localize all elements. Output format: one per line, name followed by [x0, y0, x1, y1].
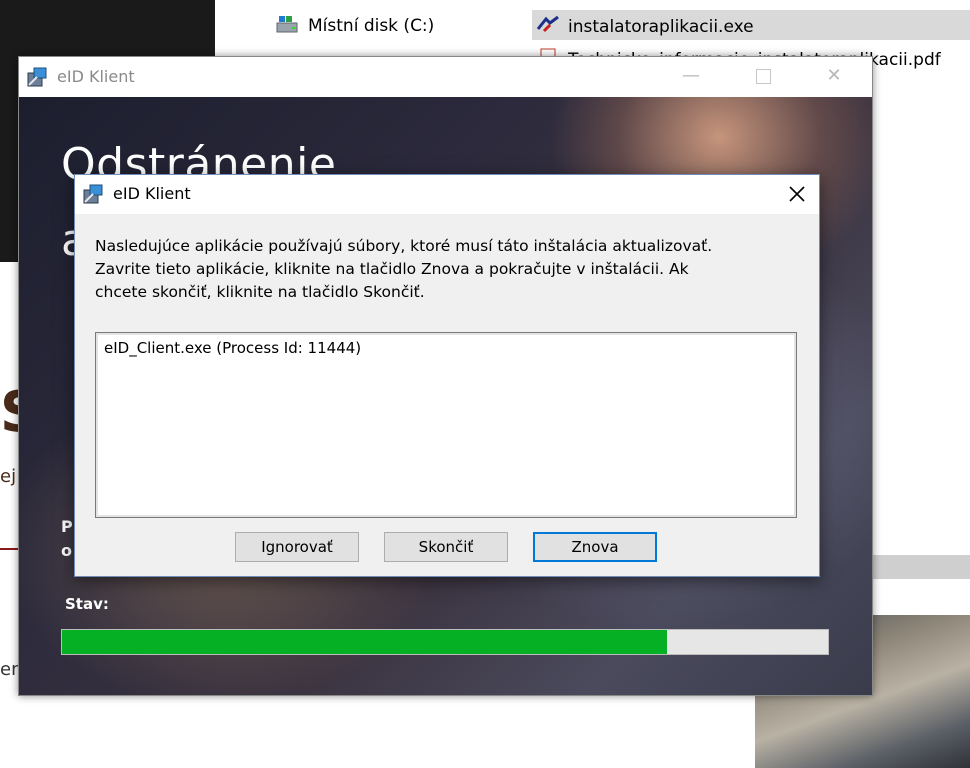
dialog-message-line: Zavrite tieto aplikácie, kliknite na tla… [95, 260, 689, 278]
minimize-button[interactable]: — [679, 65, 703, 87]
process-list-item[interactable]: eID_Client.exe (Process Id: 11444) [104, 339, 361, 357]
installer-exe-icon [536, 15, 559, 33]
main-side-text-line: o [61, 541, 72, 560]
main-titlebar[interactable]: eID Klient — ✕ [19, 57, 872, 97]
main-side-text: P o [61, 515, 73, 563]
maximize-button[interactable] [751, 65, 775, 87]
dialog-title: eID Klient [113, 184, 191, 203]
progress-bar [61, 629, 829, 655]
dialog-titlebar[interactable]: eID Klient [75, 175, 819, 214]
main-close-button[interactable]: ✕ [822, 65, 846, 87]
main-window-title: eID Klient [57, 67, 135, 86]
status-label: Stav: [65, 595, 109, 613]
files-in-use-dialog: eID Klient Nasledujúce aplikácie používa… [74, 174, 820, 577]
retry-button[interactable]: Znova [533, 532, 657, 562]
cancel-button[interactable]: Skončiť [384, 532, 508, 562]
explorer-file-label: instalatoraplikacii.exe [568, 17, 754, 37]
dialog-message-line: Nasledujúce aplikácie používajú súbory, … [95, 237, 713, 255]
explorer-item-label: Místní disk (C:) [308, 16, 435, 36]
background-left-strip [0, 262, 18, 768]
explorer-item-local-disk[interactable]: Místní disk (C:) [276, 14, 434, 36]
process-list[interactable]: eID_Client.exe (Process Id: 11444) [95, 332, 797, 518]
progress-bar-fill [62, 630, 668, 654]
explorer-file-exe[interactable]: instalatoraplikacii.exe [532, 10, 970, 40]
installer-package-icon [83, 184, 103, 204]
background-side-text: ej [0, 466, 17, 487]
installer-package-icon [27, 67, 47, 87]
maximize-icon [755, 69, 771, 84]
ignore-button[interactable]: Ignorovať [235, 532, 359, 562]
main-side-text-line: P [61, 517, 73, 536]
background-rule [0, 548, 18, 550]
dialog-message: Nasledujúce aplikácie používajú súbory, … [95, 235, 805, 304]
background-gray-band [870, 555, 970, 579]
dialog-close-button[interactable] [781, 178, 813, 210]
close-icon [789, 186, 805, 202]
dialog-message-line: chcete skončiť, kliknite na tlačidlo Sko… [95, 283, 425, 301]
drive-icon [276, 16, 298, 33]
